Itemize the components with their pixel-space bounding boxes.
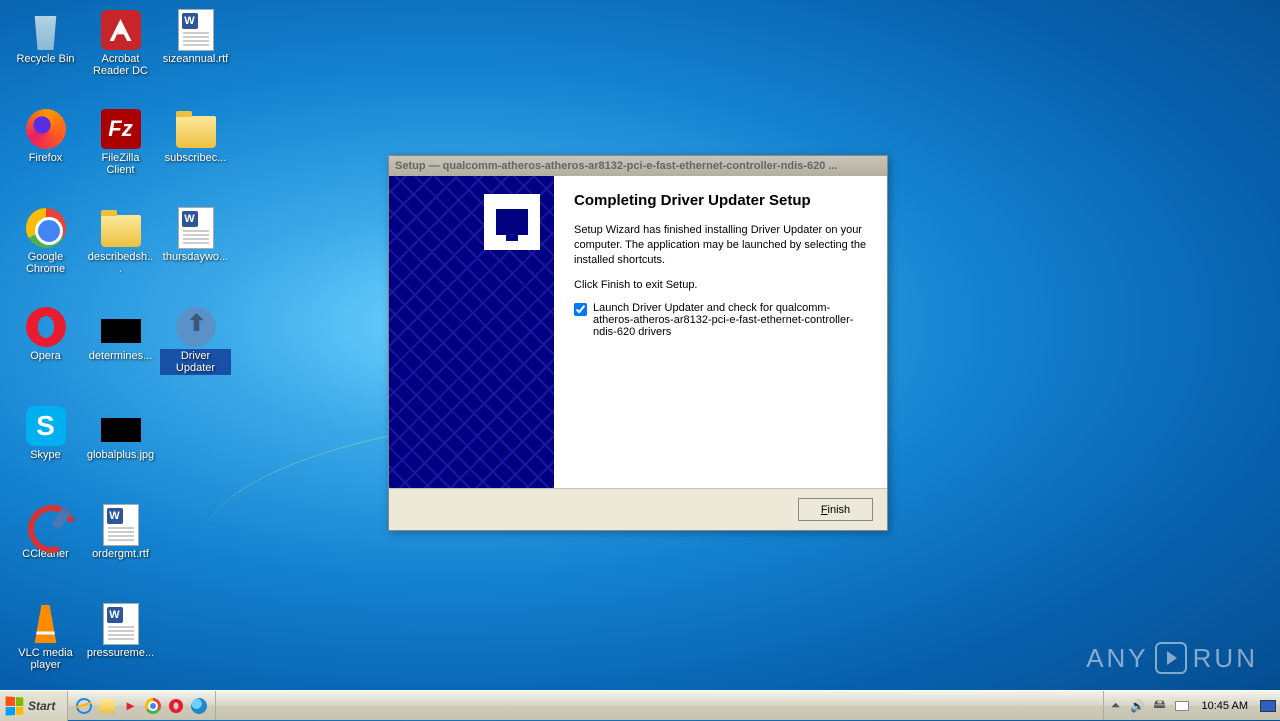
setup-window: Setup — qualcomm-atheros-atheros-ar8132-… bbox=[388, 155, 888, 531]
desktop-icon-filezilla-client[interactable]: FzFileZilla Client bbox=[83, 107, 158, 182]
wizard-heading: Completing Driver Updater Setup bbox=[574, 192, 867, 209]
desktop-icon-ordergmt-rtf[interactable]: ordergmt.rtf bbox=[83, 503, 158, 578]
magnifier-icon[interactable] bbox=[189, 696, 209, 716]
chrome-icon[interactable] bbox=[143, 696, 163, 716]
window-titlebar[interactable]: Setup — qualcomm-atheros-atheros-ar8132-… bbox=[389, 156, 887, 176]
finish-button[interactable]: Finish bbox=[798, 498, 873, 521]
icon-label: Google Chrome bbox=[10, 250, 81, 276]
icon-label: Opera bbox=[28, 349, 63, 363]
taskbar: Start ▸ ⏶ 🔊 🖴 10:45 AM bbox=[0, 690, 1280, 720]
icon-label: Acrobat Reader DC bbox=[85, 52, 156, 78]
desktop-icon-vlc-media-player[interactable]: VLC media player bbox=[8, 602, 83, 677]
wizard-text-2: Click Finish to exit Setup. bbox=[574, 278, 867, 293]
opera-icon[interactable] bbox=[166, 696, 186, 716]
desktop-icon-skype[interactable]: SSkype bbox=[8, 404, 83, 479]
icon-label: Firefox bbox=[27, 151, 65, 165]
launch-checkbox-input[interactable] bbox=[574, 303, 587, 316]
icon-label: sizeannual.rtf bbox=[161, 52, 230, 66]
ie-icon[interactable] bbox=[74, 696, 94, 716]
icon-label: Driver Updater bbox=[160, 349, 231, 375]
icon-label: determines... bbox=[87, 349, 155, 363]
start-button[interactable]: Start bbox=[0, 691, 68, 721]
icon-label: ordergmt.rtf bbox=[90, 547, 151, 561]
icon-label: Skype bbox=[28, 448, 63, 462]
expand-tray-icon[interactable]: ⏶ bbox=[1108, 698, 1124, 714]
monitor-icon[interactable] bbox=[1260, 698, 1276, 714]
explorer-icon[interactable] bbox=[97, 696, 117, 716]
wizard-text-1: Setup Wizard has finished installing Dri… bbox=[574, 223, 867, 268]
desktop-icon-acrobat-reader-dc[interactable]: Acrobat Reader DC bbox=[83, 8, 158, 83]
desktop-icon-describedsh-[interactable]: describedsh... bbox=[83, 206, 158, 281]
setup-icon bbox=[484, 194, 540, 250]
desktop-icon-firefox[interactable]: Firefox bbox=[8, 107, 83, 182]
desktop-icon-determines-[interactable]: determines... bbox=[83, 305, 158, 380]
wizard-sidebar bbox=[389, 176, 554, 488]
desktop-icon-recycle-bin[interactable]: Recycle Bin bbox=[8, 8, 83, 83]
icon-label: VLC media player bbox=[10, 646, 81, 672]
icon-label: globalplus.jpg bbox=[85, 448, 156, 462]
system-tray: ⏶ 🔊 🖴 10:45 AM bbox=[1103, 691, 1280, 720]
icon-label: Recycle Bin bbox=[14, 52, 76, 66]
desktop-icon-google-chrome[interactable]: Google Chrome bbox=[8, 206, 83, 281]
clock[interactable]: 10:45 AM bbox=[1196, 700, 1254, 712]
desktop-icon-driver-updater[interactable]: Driver Updater bbox=[158, 305, 233, 380]
desktop-icon-globalplus-jpg[interactable]: globalplus.jpg bbox=[83, 404, 158, 479]
icon-label: thursdaywo... bbox=[161, 250, 230, 264]
quick-launch: ▸ bbox=[68, 691, 216, 720]
watermark: ANYRUN bbox=[1086, 642, 1258, 674]
desktop-icon-thursdaywo-[interactable]: thursdaywo... bbox=[158, 206, 233, 281]
icon-label: pressureme... bbox=[85, 646, 156, 660]
desktop-icon-pressureme-[interactable]: pressureme... bbox=[83, 602, 158, 677]
desktop-icon-ccleaner[interactable]: CCleaner bbox=[8, 503, 83, 578]
windows-logo-icon bbox=[6, 696, 24, 715]
flag-icon[interactable] bbox=[1174, 698, 1190, 714]
volume-icon[interactable]: 🔊 bbox=[1130, 698, 1146, 714]
device-icon[interactable]: 🖴 bbox=[1152, 698, 1168, 714]
launch-checkbox[interactable]: Launch Driver Updater and check for qual… bbox=[574, 302, 867, 338]
icon-label: FileZilla Client bbox=[85, 151, 156, 177]
desktop-icon-sizeannual-rtf[interactable]: sizeannual.rtf bbox=[158, 8, 233, 83]
icon-label: subscribec... bbox=[163, 151, 229, 165]
desktop-icon-subscribec-[interactable]: subscribec... bbox=[158, 107, 233, 182]
desktop-icon-opera[interactable]: Opera bbox=[8, 305, 83, 380]
icon-label: describedsh... bbox=[85, 250, 157, 276]
media-icon[interactable]: ▸ bbox=[120, 696, 140, 716]
